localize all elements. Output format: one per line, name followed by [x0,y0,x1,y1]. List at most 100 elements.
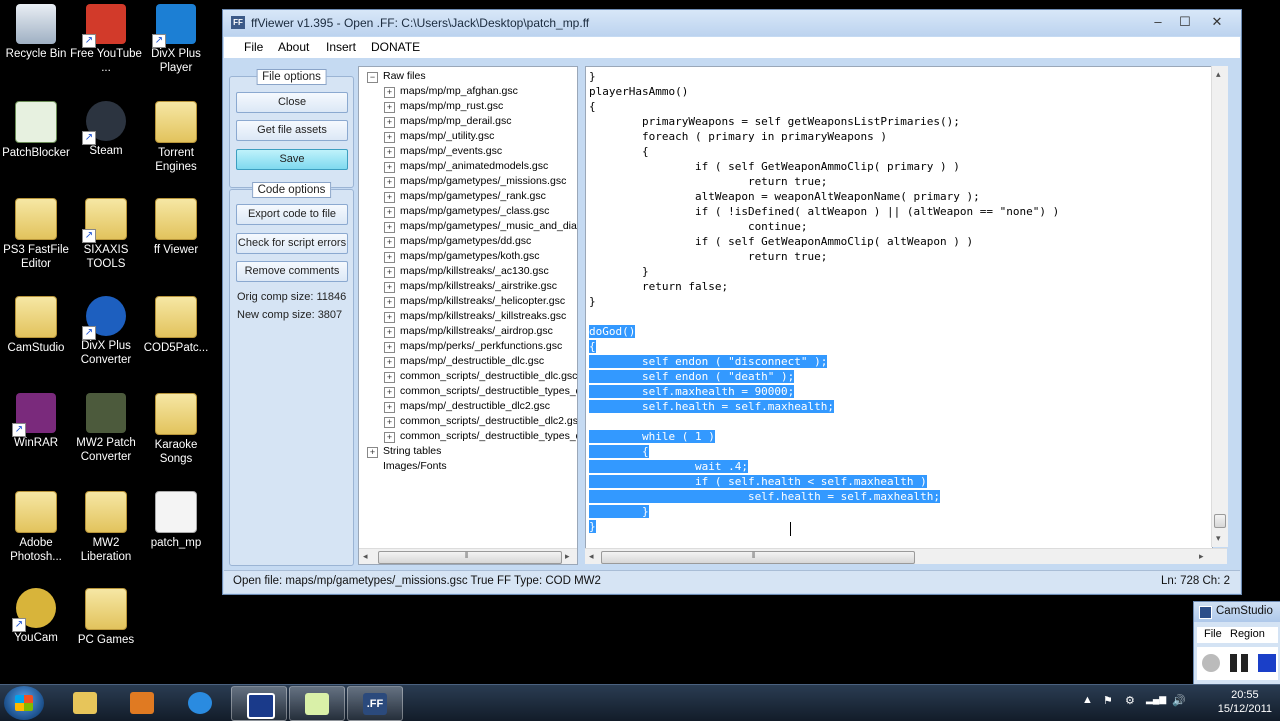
tree-item[interactable]: + maps/mp/gametypes/_missions.gsc [384,174,566,189]
expand-icon[interactable]: + [384,387,395,398]
desktop-icon[interactable]: Free YouTube ... [70,4,142,75]
tree-item[interactable]: + common_scripts/_destructible_dlc.gsc [384,369,577,384]
task-internet-explorer[interactable] [173,686,227,719]
desktop-icon[interactable]: MW2 Liberation [70,491,142,564]
tree-item[interactable]: + maps/mp/perks/_perkfunctions.gsc [384,339,562,354]
export-code-button[interactable]: Export code to file [236,204,348,225]
tree-item[interactable]: + maps/mp/mp_derail.gsc [384,114,511,129]
task-media-player[interactable] [115,686,169,719]
save-button[interactable]: Save [236,149,348,170]
menu-file[interactable]: File [244,40,263,54]
expand-icon[interactable]: + [384,147,395,158]
desktop-icon[interactable]: SIXAXIS TOOLS [70,198,142,271]
expand-icon[interactable]: + [384,432,395,443]
expand-icon[interactable]: + [367,447,378,458]
expand-icon[interactable]: + [384,402,395,413]
tree-item[interactable]: + common_scripts/_destructible_dlc2.gsc [384,414,577,429]
desktop-icon[interactable]: YouCam [0,588,72,645]
camstudio-menu-region[interactable]: Region [1230,628,1265,640]
maximize-button[interactable]: ☐ [1174,14,1196,30]
task-explorer[interactable] [58,686,112,719]
expand-icon[interactable]: + [384,87,395,98]
expand-icon[interactable]: + [384,222,395,233]
tree-item[interactable]: + maps/mp/gametypes/_music_and_dialo [384,219,577,234]
desktop-icon[interactable]: CamStudio [0,296,72,355]
editor-scroll-thumb[interactable] [1214,514,1226,528]
desktop-icon[interactable]: Torrent Engines [140,101,212,174]
desktop-icon[interactable]: ff Viewer [140,198,212,257]
editor-horizontal-scrollbar[interactable]: ◂ ⦀ ▸ [585,548,1227,564]
tree-item[interactable]: + maps/mp/killstreaks/_helicopter.gsc [384,294,565,309]
close-button[interactable]: Close [236,92,348,113]
tree-root-raw-files[interactable]: − Raw files [367,69,426,84]
start-button[interactable] [4,686,44,720]
scroll-left-arrow-icon[interactable]: ◂ [363,551,368,562]
show-hidden-icons-icon[interactable]: ▲ [1082,694,1093,706]
desktop-icon[interactable]: Steam [70,101,142,158]
desktop-icon[interactable]: PatchBlocker [0,101,72,160]
expand-icon[interactable]: + [384,177,395,188]
expand-icon[interactable]: + [384,237,395,248]
expand-icon[interactable]: + [384,267,395,278]
tree-root-images-fonts[interactable]: Images/Fonts [367,459,447,474]
minimize-button[interactable]: – [1147,14,1169,30]
expand-icon[interactable]: + [384,282,395,293]
expand-icon[interactable]: + [384,297,395,308]
task-notepad[interactable] [289,686,345,721]
expand-icon[interactable]: + [384,357,395,368]
menu-insert[interactable]: Insert [326,40,356,54]
record-icon[interactable] [1202,654,1220,672]
stop-icon[interactable] [1258,654,1276,672]
camstudio-window[interactable]: CamStudio File Region [1193,601,1280,686]
tree-item[interactable]: + common_scripts/_destructible_types_dlc [384,429,577,444]
desktop-icon[interactable]: WinRAR [0,393,72,450]
expand-icon[interactable]: + [384,372,395,383]
tree-scroll-thumb[interactable]: ⦀ [378,551,562,564]
network-icon[interactable]: ▂▄▆ [1146,694,1166,705]
tree-horizontal-scrollbar[interactable]: ◂ ⦀ ▸ [359,548,577,564]
expand-icon[interactable]: − [367,72,378,83]
expand-icon[interactable]: + [384,312,395,323]
desktop-icon[interactable]: DivX Plus Player [140,4,212,75]
scroll-up-arrow-icon[interactable]: ▴ [1216,69,1221,80]
tree-item[interactable]: + maps/mp/killstreaks/_airstrike.gsc [384,279,557,294]
camstudio-menu-file[interactable]: File [1204,628,1222,640]
code-editor[interactable]: } playerHasAmmo() { primaryWeapons = self … [585,66,1213,549]
task-camstudio[interactable] [231,686,287,721]
settings-tray-icon[interactable]: ⚙ [1125,694,1135,707]
scroll-right-arrow-icon[interactable]: ▸ [565,551,570,562]
task-ffviewer[interactable]: .FF [347,686,403,721]
expand-icon[interactable]: + [384,117,395,128]
desktop-icon[interactable]: MW2 Patch Converter [70,393,142,464]
tree-item[interactable]: + maps/mp/gametypes/dd.gsc [384,234,531,249]
asset-tree[interactable]: − Raw files + maps/mp/mp_afghan.gsc + maps/mp… [358,66,578,565]
tree-item[interactable]: + maps/mp/gametypes/_rank.gsc [384,189,546,204]
expand-icon[interactable]: + [384,417,395,428]
tree-item[interactable]: + maps/mp/_utility.gsc [384,129,494,144]
tree-item[interactable]: + maps/mp/gametypes/koth.gsc [384,249,539,264]
action-center-icon[interactable]: ⚑ [1103,694,1113,707]
close-window-button[interactable]: ✕ [1206,14,1228,30]
expand-icon[interactable]: + [384,327,395,338]
taskbar-clock[interactable]: 20:55 15/12/2011 [1218,688,1272,716]
menu-donate[interactable]: DONATE [371,40,420,54]
editor-scroll-left-icon[interactable]: ◂ [589,551,594,562]
tree-item[interactable]: + maps/mp/_destructible_dlc2.gsc [384,399,550,414]
expand-icon[interactable]: + [384,342,395,353]
expand-icon[interactable]: + [384,192,395,203]
desktop-icon[interactable]: Adobe Photosh... [0,491,72,564]
tree-root-string-tables[interactable]: + String tables [367,444,441,459]
editor-scroll-right-icon[interactable]: ▸ [1199,551,1204,562]
desktop-icon[interactable]: patch_mp [140,491,212,550]
get-file-assets-button[interactable]: Get file assets [236,120,348,141]
title-bar[interactable]: FF ffViewer v1.395 - Open .FF: C:\Users\… [223,10,1241,36]
tree-item[interactable]: + maps/mp/mp_afghan.gsc [384,84,518,99]
pause-icon[interactable] [1230,654,1248,672]
tree-item[interactable]: + maps/mp/_animatedmodels.gsc [384,159,548,174]
expand-icon[interactable]: + [384,162,395,173]
check-script-errors-button[interactable]: Check for script errors [236,233,348,254]
menu-about[interactable]: About [278,40,309,54]
desktop-icon[interactable]: DivX Plus Converter [70,296,142,367]
tree-item[interactable]: + maps/mp/mp_rust.gsc [384,99,503,114]
tree-item[interactable]: + common_scripts/_destructible_types_dlc [384,384,577,399]
